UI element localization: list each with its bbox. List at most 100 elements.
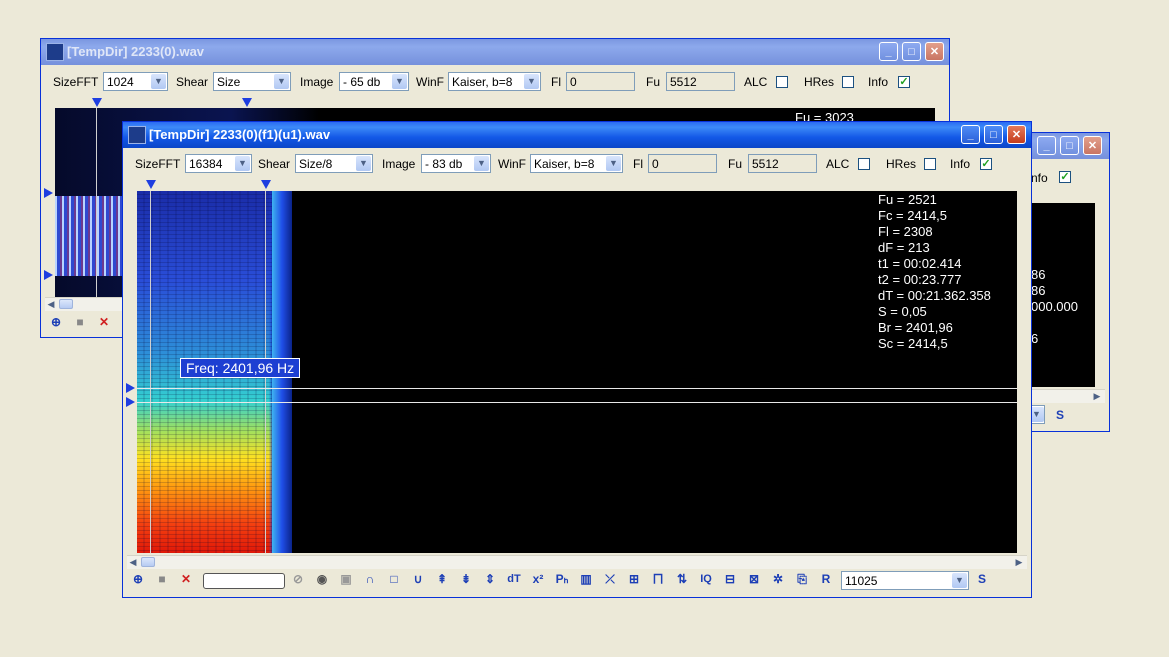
back-hscrollbar[interactable]: ◀ bbox=[45, 297, 125, 311]
cursor-marker-icon[interactable] bbox=[146, 180, 156, 189]
front-hscrollbar[interactable]: ◀ ▶ bbox=[127, 555, 1027, 569]
info-line: 6 bbox=[1031, 331, 1039, 346]
hres-checkbox[interactable] bbox=[842, 76, 854, 88]
minimize-button[interactable]: _ bbox=[961, 125, 980, 144]
info-line: t2 = 00:23.777 bbox=[878, 272, 962, 287]
rect-icon[interactable]: □ bbox=[385, 570, 403, 588]
chevron-right-icon[interactable]: ▶ bbox=[1091, 390, 1103, 402]
dt-icon[interactable]: dT bbox=[505, 570, 523, 588]
scroll-thumb[interactable] bbox=[59, 299, 73, 309]
image-select[interactable]: - 83 db ▼ bbox=[421, 154, 491, 173]
app-icon bbox=[128, 126, 146, 144]
cursor-marker-icon[interactable] bbox=[126, 383, 135, 393]
pulse-icon[interactable]: ⨅ bbox=[649, 570, 667, 588]
delete-icon[interactable]: ✕ bbox=[95, 313, 113, 331]
record-icon[interactable]: ▣ bbox=[337, 570, 355, 588]
info-checkbox[interactable]: ✓ bbox=[980, 158, 992, 170]
zoom-icon[interactable]: ⊕ bbox=[129, 570, 147, 588]
fl-field[interactable]: 0 bbox=[566, 72, 635, 91]
alc-label: ALC bbox=[744, 75, 768, 89]
marker-up-icon[interactable]: ⇞ bbox=[433, 570, 451, 588]
info-line: dT = 00:21.362.358 bbox=[878, 288, 991, 303]
minimize-button[interactable]: _ bbox=[879, 42, 898, 61]
shear-select[interactable]: Size/8 ▼ bbox=[295, 154, 373, 173]
sizefft-select[interactable]: 16384 ▼ bbox=[185, 154, 252, 173]
close-button[interactable]: ✕ bbox=[925, 42, 944, 61]
fu-label: Fu bbox=[728, 157, 743, 171]
cursor-marker-icon[interactable] bbox=[44, 188, 53, 198]
fl-field[interactable]: 0 bbox=[648, 154, 717, 173]
chevron-left-icon[interactable]: ◀ bbox=[45, 298, 57, 310]
notch-icon[interactable]: ∪ bbox=[409, 570, 427, 588]
chevron-down-icon: ▼ bbox=[952, 573, 967, 588]
freq-tooltip: Freq: 2401,96 Hz bbox=[180, 358, 301, 378]
disabled-icon[interactable]: ⊘ bbox=[289, 570, 307, 588]
bandpass-icon[interactable]: ∩ bbox=[361, 570, 379, 588]
alc-checkbox[interactable] bbox=[858, 158, 870, 170]
info-checkbox[interactable]: ✓ bbox=[1059, 171, 1071, 183]
right-hscrollbar[interactable]: ▶ bbox=[1029, 389, 1105, 403]
iq-icon[interactable]: IQ bbox=[697, 570, 715, 588]
cursor-marker-icon[interactable] bbox=[261, 180, 271, 189]
delete-icon[interactable]: ✕ bbox=[177, 570, 195, 588]
power-icon[interactable]: x² bbox=[529, 570, 547, 588]
close-button[interactable]: ✕ bbox=[1083, 136, 1102, 155]
chevron-down-icon: ▼ bbox=[524, 74, 539, 89]
chevron-right-icon[interactable]: ▶ bbox=[1013, 556, 1025, 568]
chevron-left-icon[interactable]: ◀ bbox=[127, 556, 139, 568]
swap-icon[interactable]: ⇅ bbox=[673, 570, 691, 588]
cursor-marker-icon[interactable] bbox=[44, 270, 53, 280]
stop-icon[interactable]: ■ bbox=[153, 570, 171, 588]
shear-select[interactable]: Size ▼ bbox=[213, 72, 291, 91]
grid-icon[interactable]: ⊟ bbox=[721, 570, 739, 588]
cursor-marker-icon[interactable] bbox=[242, 98, 252, 107]
back-toolbar: SizeFFT 1024 ▼ Shear Size ▼ Image - 65 db ▼… bbox=[45, 70, 945, 94]
table-icon[interactable]: ⊞ bbox=[625, 570, 643, 588]
info-line: 86 bbox=[1031, 267, 1046, 282]
marker-down-icon[interactable]: ⇟ bbox=[457, 570, 475, 588]
cursor-marker-icon[interactable] bbox=[126, 397, 135, 407]
grid2-icon[interactable]: ⊠ bbox=[745, 570, 763, 588]
maximize-button[interactable]: □ bbox=[984, 125, 1003, 144]
minimize-button[interactable]: _ bbox=[1037, 136, 1056, 155]
close-button[interactable]: ✕ bbox=[1007, 125, 1026, 144]
front-toolbar: SizeFFT 16384 ▼ Shear Size/8 ▼ Image - 83 … bbox=[127, 152, 1027, 176]
hres-checkbox[interactable] bbox=[924, 158, 936, 170]
maximize-button[interactable]: □ bbox=[902, 42, 921, 61]
bars-icon[interactable]: ▥ bbox=[577, 570, 595, 588]
speaker-icon[interactable]: ◉ bbox=[313, 570, 331, 588]
gear-icon[interactable]: ✲ bbox=[769, 570, 787, 588]
scroll-thumb[interactable] bbox=[141, 557, 155, 567]
right-spectrogram[interactable]: 86 86 000.000 6 bbox=[1031, 203, 1095, 387]
fl-label: Fl bbox=[551, 75, 561, 89]
info-checkbox[interactable]: ✓ bbox=[898, 76, 910, 88]
right-window-titlebar[interactable]: _ □ ✕ bbox=[1029, 133, 1109, 159]
window-title: [TempDir] 2233(0)(f1)(u1).wav bbox=[149, 127, 331, 142]
stop-icon[interactable]: ■ bbox=[71, 313, 89, 331]
chevron-down-icon: ▼ bbox=[392, 74, 407, 89]
s-button[interactable]: S bbox=[1051, 406, 1069, 424]
info-line: 86 bbox=[1031, 283, 1046, 298]
sizefft-select[interactable]: 1024 ▼ bbox=[103, 72, 168, 91]
marker-both-icon[interactable]: ⇕ bbox=[481, 570, 499, 588]
phase-icon[interactable]: Pₕ bbox=[553, 570, 571, 588]
winf-select[interactable]: Kaiser, b=8 ▼ bbox=[448, 72, 541, 91]
front-window-titlebar[interactable]: [TempDir] 2233(0)(f1)(u1).wav _ □ ✕ bbox=[123, 122, 1031, 148]
cursor-marker-icon[interactable] bbox=[92, 98, 102, 107]
alc-checkbox[interactable] bbox=[776, 76, 788, 88]
zoom-icon[interactable]: ⊕ bbox=[47, 313, 65, 331]
chevron-down-icon: ▼ bbox=[356, 156, 371, 171]
image-select[interactable]: - 65 db ▼ bbox=[339, 72, 409, 91]
maximize-button[interactable]: □ bbox=[1060, 136, 1079, 155]
fu-field[interactable]: 5512 bbox=[666, 72, 735, 91]
sample-rate-select[interactable]: 11025 ▼ bbox=[841, 571, 969, 590]
back-window-titlebar[interactable]: [TempDir] 2233(0).wav _ □ ✕ bbox=[41, 39, 949, 65]
fu-field[interactable]: 5512 bbox=[748, 154, 817, 173]
winf-select[interactable]: Kaiser, b=8 ▼ bbox=[530, 154, 623, 173]
front-spectrogram[interactable]: Fu = 2521 Fc = 2414,5 Fl = 2308 dF = 213… bbox=[137, 191, 1017, 553]
r-button[interactable]: R bbox=[817, 570, 835, 588]
position-field[interactable] bbox=[203, 573, 285, 589]
copy-icon[interactable]: ⎘ bbox=[793, 570, 811, 588]
cross-icon[interactable]: ⤫ bbox=[601, 570, 619, 588]
s-button[interactable]: S bbox=[973, 570, 991, 588]
